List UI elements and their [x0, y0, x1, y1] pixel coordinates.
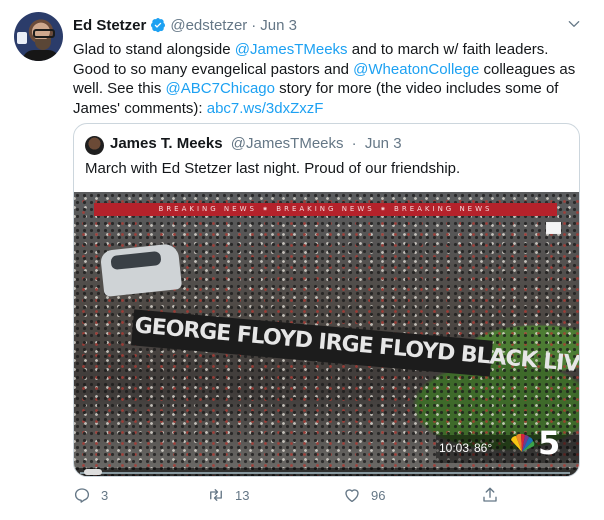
url-link[interactable]: abc7.ws/3dxZxzF [207, 100, 324, 117]
author-name[interactable]: Ed Stetzer [73, 17, 146, 34]
tweet[interactable]: Ed Stetzer @edstetzer · Jun 3 Glad to st… [0, 0, 604, 520]
channel-number: 5 [538, 424, 561, 462]
quoted-author-handle[interactable]: @JamesTMeeks [231, 135, 344, 152]
like-icon [345, 489, 359, 503]
chevron-down-icon[interactable] [566, 16, 582, 32]
captions-icon[interactable] [546, 222, 561, 234]
quoted-author-name[interactable]: James T. Meeks [110, 135, 223, 152]
reply-count: 3 [101, 487, 109, 503]
like-count: 96 [371, 487, 386, 503]
breaking-news-ticker: BREAKING NEWS ⁕ BREAKING NEWS ⁕ BREAKING… [94, 203, 557, 216]
tweet-header: Ed Stetzer @edstetzer · Jun 3 [73, 14, 297, 36]
video-progress-bar[interactable] [74, 468, 579, 476]
quoted-author-avatar[interactable] [85, 136, 104, 155]
share-button[interactable] [481, 486, 499, 504]
reply-icon [74, 488, 90, 503]
author-handle[interactable]: @edstetzer [170, 17, 247, 34]
share-icon [483, 487, 497, 502]
separator: · [251, 16, 257, 34]
tweet-text-part: Glad to stand alongside [73, 41, 235, 58]
video-frame-car [99, 243, 183, 297]
reply-button[interactable]: 3 [73, 486, 108, 504]
mention-link[interactable]: @ABC7Chicago [166, 80, 275, 97]
mention-link[interactable]: @WheatonCollege [353, 61, 479, 78]
retweet-icon [210, 489, 222, 501]
tweet-text: Glad to stand alongside @JamesTMeeks and… [73, 40, 583, 118]
overlay-time: 10:03 [439, 441, 470, 455]
video-player[interactable]: GEORGE FLOYD IRGE FLOYD BLACK LIVE BREAK… [74, 192, 579, 476]
quoted-tweet-date[interactable]: Jun 3 [365, 135, 402, 152]
verified-badge-icon [151, 18, 166, 33]
quoted-tweet[interactable]: James T. Meeks @JamesTMeeks · Jun 3 Marc… [73, 123, 580, 477]
nbc-peacock-icon [511, 433, 535, 452]
mention-link[interactable]: @JamesTMeeks [235, 41, 348, 58]
quoted-tweet-text: March with Ed Stetzer last night. Proud … [85, 160, 461, 177]
retweet-count: 13 [235, 487, 250, 503]
like-button[interactable]: 96 [343, 486, 385, 504]
playback-indicator [84, 469, 102, 475]
overlay-temperature: 86° [474, 441, 493, 455]
separator: · [351, 135, 357, 152]
author-avatar[interactable] [14, 12, 63, 61]
quoted-tweet-header: James T. Meeks @JamesTMeeks · Jun 3 [110, 135, 402, 152]
retweet-button[interactable]: 13 [207, 486, 249, 504]
tweet-actions: 3 13 96 [73, 486, 533, 508]
tweet-date[interactable]: Jun 3 [260, 17, 297, 34]
